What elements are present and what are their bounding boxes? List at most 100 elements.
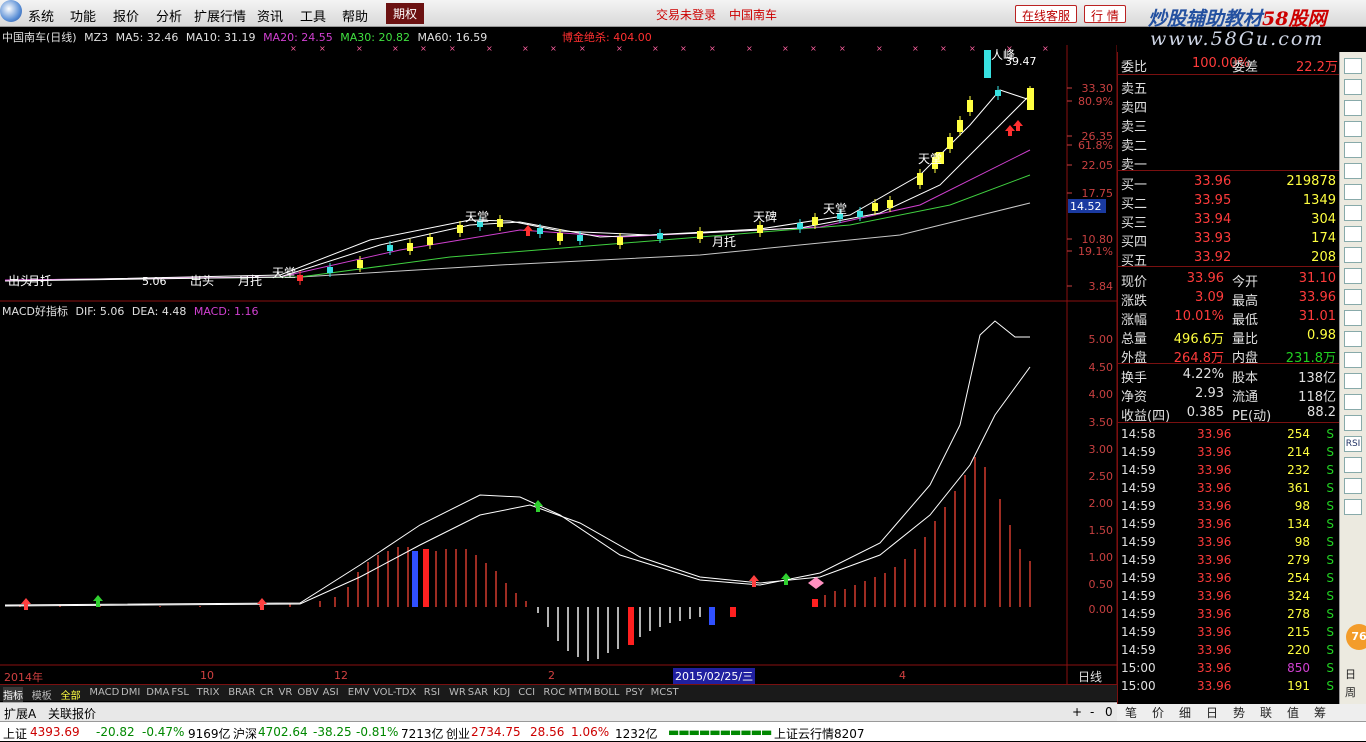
menu-function[interactable]: 功能 bbox=[70, 6, 96, 25]
panel-tab[interactable]: 联 bbox=[1260, 704, 1272, 721]
indicator-tab[interactable]: VOL-TDX bbox=[373, 687, 416, 698]
ma5-label: MA5: 32.46 bbox=[115, 31, 179, 44]
menu-news[interactable]: 资讯 bbox=[257, 6, 283, 25]
notification-badge[interactable]: 76 bbox=[1346, 624, 1366, 650]
indicator-tab[interactable]: 模板 bbox=[32, 687, 52, 702]
panel-tab[interactable]: 值 bbox=[1287, 704, 1299, 721]
panel-tab[interactable]: 势 bbox=[1233, 704, 1245, 721]
zoom-out-button[interactable]: - bbox=[1090, 705, 1094, 719]
indicator-tab[interactable]: WR bbox=[449, 687, 466, 698]
toolbar-icon[interactable] bbox=[1344, 310, 1362, 326]
toolbar-icon[interactable] bbox=[1344, 247, 1362, 263]
indicator-tab[interactable]: CCI bbox=[518, 687, 535, 698]
indicator-tab[interactable]: PSY bbox=[625, 687, 644, 698]
menu-help[interactable]: 帮助 bbox=[342, 6, 368, 25]
indicator-tab[interactable]: MCST bbox=[651, 687, 679, 698]
menu-system[interactable]: 系统 bbox=[28, 6, 54, 25]
indicator-tab[interactable]: MACD bbox=[89, 687, 119, 698]
chart-canvas[interactable]: × × × × × × × × × × × × × × × × × × × × × × × ×天堂 天碑天堂天堂月托月托出头 出头… bbox=[0, 45, 1117, 685]
toolbar-icon[interactable] bbox=[1344, 499, 1362, 515]
toolbar-icon[interactable] bbox=[1344, 226, 1362, 242]
macd-bar bbox=[367, 562, 369, 607]
indicator-tab[interactable]: SAR bbox=[468, 687, 488, 698]
panel-tab[interactable]: 细 bbox=[1179, 704, 1191, 721]
price-axis-label: 17.75 bbox=[1082, 187, 1114, 200]
trade-status[interactable]: 交易未登录 bbox=[656, 6, 716, 23]
stat-value: 3.09 bbox=[1195, 290, 1224, 305]
ask-row[interactable]: 卖三 bbox=[1118, 115, 1340, 135]
menu-analysis[interactable]: 分析 bbox=[156, 6, 182, 25]
bid-volume: 1349 bbox=[1302, 193, 1336, 208]
tick-side: S bbox=[1326, 571, 1334, 585]
indicator-tab[interactable]: CR bbox=[260, 687, 274, 698]
dea-label: DEA: 4.48 bbox=[131, 305, 187, 318]
toolbar-icon[interactable] bbox=[1344, 415, 1362, 431]
quote-button[interactable]: 行 情 bbox=[1084, 5, 1126, 23]
toolbar-icon[interactable] bbox=[1344, 163, 1362, 179]
indicator-tab[interactable]: KDJ bbox=[493, 687, 510, 698]
indicator-tab[interactable]: ROC bbox=[543, 687, 565, 698]
menu-quote[interactable]: 报价 bbox=[113, 6, 139, 25]
toolbar-icon[interactable] bbox=[1344, 79, 1362, 95]
indicator-tab[interactable]: BOLL bbox=[594, 687, 620, 698]
toolbar-icon[interactable] bbox=[1344, 205, 1362, 221]
toolbar-icon[interactable] bbox=[1344, 184, 1362, 200]
indicator-tab[interactable]: TRIX bbox=[197, 687, 220, 698]
zoom-reset-button[interactable]: 0 bbox=[1105, 705, 1113, 719]
toolbar-icon[interactable] bbox=[1344, 457, 1362, 473]
indicator-tab[interactable]: FSL bbox=[171, 687, 189, 698]
tab-related-quote[interactable]: 关联报价 bbox=[48, 705, 96, 722]
macd-bar bbox=[954, 491, 956, 607]
menu-ext-market[interactable]: 扩展行情 bbox=[194, 6, 246, 25]
toolbar-icon[interactable] bbox=[1344, 58, 1362, 74]
panel-tab[interactable]: 日 bbox=[1206, 704, 1218, 721]
ask-row[interactable]: 卖二 bbox=[1118, 134, 1340, 154]
sh-pct: -0.47% bbox=[142, 725, 185, 739]
indicator-tab[interactable]: DMI bbox=[121, 687, 140, 698]
ask-row[interactable]: 卖四 bbox=[1118, 96, 1340, 116]
bid-price: 33.96 bbox=[1194, 174, 1232, 189]
panel-tab[interactable]: 价 bbox=[1152, 704, 1164, 721]
indicator-tab[interactable]: RSI bbox=[424, 687, 440, 698]
macd-bar bbox=[884, 573, 886, 607]
toolbar-icon[interactable] bbox=[1344, 100, 1362, 116]
sh-change: -20.82 bbox=[96, 725, 135, 739]
toolbar-icon[interactable]: RSI bbox=[1344, 436, 1362, 452]
tab-ext-a[interactable]: 扩展A bbox=[4, 705, 36, 722]
zoom-in-button[interactable]: + bbox=[1072, 705, 1082, 719]
toolbar-icon[interactable] bbox=[1344, 289, 1362, 305]
period-week[interactable]: 周 bbox=[1345, 684, 1356, 700]
menu-tools[interactable]: 工具 bbox=[300, 6, 326, 25]
bid-row[interactable]: 买四 33.93 174 bbox=[1118, 230, 1340, 250]
indicator-tab[interactable]: 指标 bbox=[3, 687, 23, 702]
bid-row[interactable]: 买三 33.94 304 bbox=[1118, 211, 1340, 231]
toolbar-icon[interactable] bbox=[1344, 331, 1362, 347]
panel-tab[interactable]: 笔 bbox=[1125, 704, 1137, 721]
indicator-tab[interactable]: DMA bbox=[146, 687, 169, 698]
indicator-tab[interactable]: BRAR bbox=[228, 687, 255, 698]
indicator-tab[interactable]: OBV bbox=[297, 687, 318, 698]
period-label[interactable]: 日线 bbox=[1078, 668, 1102, 685]
bid-row[interactable]: 买一 33.96 219878 bbox=[1118, 173, 1340, 193]
indicator-tab[interactable]: 全部 bbox=[61, 687, 81, 702]
panel-tab[interactable]: 筹 bbox=[1314, 704, 1326, 721]
online-service-button[interactable]: 在线客服 bbox=[1015, 5, 1078, 23]
indicator-tab[interactable]: MTM bbox=[569, 687, 592, 698]
futures-button[interactable]: 期权 bbox=[386, 3, 425, 24]
ask-row[interactable]: 卖五 bbox=[1118, 77, 1340, 97]
indicator-tab[interactable]: EMV bbox=[348, 687, 370, 698]
period-day[interactable]: 日 bbox=[1345, 666, 1356, 682]
toolbar-icon[interactable] bbox=[1344, 352, 1362, 368]
toolbar-icon[interactable] bbox=[1344, 121, 1362, 137]
indicator-tab[interactable]: ASI bbox=[323, 687, 339, 698]
toolbar-icon[interactable] bbox=[1344, 268, 1362, 284]
toolbar-icon[interactable] bbox=[1344, 373, 1362, 389]
macd-bar bbox=[1019, 549, 1021, 607]
cloud-status[interactable]: 上证云行情8207 bbox=[774, 725, 865, 742]
toolbar-icon[interactable] bbox=[1344, 478, 1362, 494]
tick-time: 14:59 bbox=[1121, 517, 1156, 531]
toolbar-icon[interactable] bbox=[1344, 142, 1362, 158]
toolbar-icon[interactable] bbox=[1344, 394, 1362, 410]
indicator-tab[interactable]: VR bbox=[279, 687, 293, 698]
bid-row[interactable]: 买二 33.95 1349 bbox=[1118, 192, 1340, 212]
